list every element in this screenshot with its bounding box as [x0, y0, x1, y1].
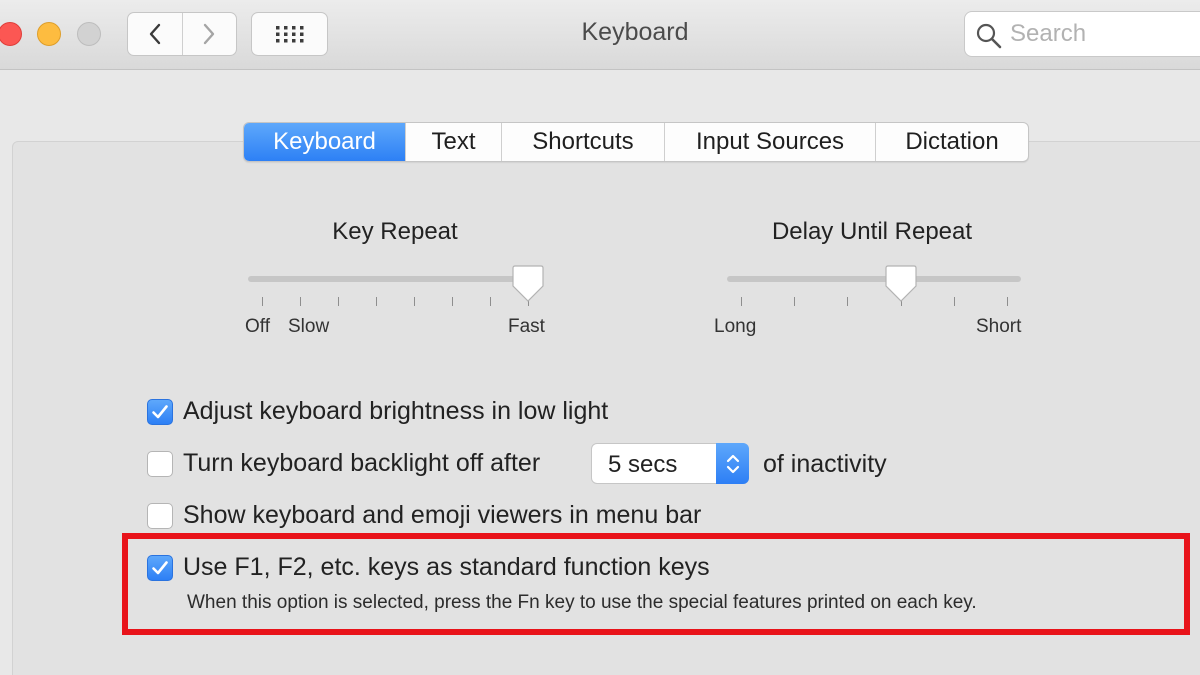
search-icon	[976, 23, 1002, 49]
tab-keyboard[interactable]: Keyboard	[244, 123, 405, 161]
backlight-label: Turn keyboard backlight off after	[183, 449, 541, 477]
viewers-label: Show keyboard and emoji viewers in menu …	[183, 501, 702, 529]
title-bar: Keyboard	[0, 0, 1200, 70]
tab-shortcuts[interactable]: Shortcuts	[501, 123, 664, 161]
key-repeat-tick	[300, 297, 301, 306]
key-repeat-tick	[376, 297, 377, 306]
inactivity-label: of inactivity	[763, 450, 887, 478]
highlight-box	[122, 533, 1190, 635]
key-repeat-track	[248, 276, 542, 282]
search-field[interactable]	[964, 11, 1200, 57]
key-repeat-tick	[414, 297, 415, 306]
tab-dictation[interactable]: Dictation	[875, 123, 1028, 161]
delay-until-repeat-tick	[741, 297, 742, 306]
key-repeat-tick	[452, 297, 453, 306]
delay-until-repeat-tick	[1007, 297, 1008, 306]
key-repeat-fast-label: Fast	[508, 316, 545, 337]
key-repeat-tick	[490, 297, 491, 306]
tab-bar: Keyboard Text Shortcuts Input Sources Di…	[243, 122, 1029, 162]
brightness-checkbox[interactable]	[147, 398, 173, 425]
backlight-duration-select[interactable]: 5 secs	[591, 443, 749, 484]
delay-until-repeat-tick	[847, 297, 849, 306]
select-stepper[interactable]	[716, 443, 749, 484]
key-repeat-tick	[262, 297, 263, 306]
search-input[interactable]	[1010, 20, 1190, 48]
delay-until-repeat-thumb[interactable]	[884, 264, 917, 309]
option-adjust-brightness[interactable]: Adjust keyboard brightness in low light	[147, 397, 608, 426]
option-backlight-off[interactable]: Turn keyboard backlight off after	[147, 449, 540, 478]
delay-until-repeat-label: Delay Until Repeat	[771, 218, 973, 245]
delay-until-repeat-tick	[953, 297, 955, 306]
delay-long-label: Long	[714, 316, 757, 337]
tab-text[interactable]: Text	[405, 123, 501, 161]
checkmark-icon	[152, 404, 168, 418]
key-repeat-tick	[338, 297, 339, 306]
tab-input-sources[interactable]: Input Sources	[664, 123, 875, 161]
option-show-viewers[interactable]: Show keyboard and emoji viewers in menu …	[147, 501, 701, 530]
backlight-checkbox[interactable]	[147, 450, 173, 477]
updown-chevron-icon	[726, 454, 739, 473]
key-repeat-off-label: Off	[245, 316, 270, 337]
backlight-duration-value: 5 secs	[608, 451, 678, 478]
brightness-label: Adjust keyboard brightness in low light	[183, 397, 609, 425]
viewers-checkbox[interactable]	[147, 502, 173, 529]
key-repeat-thumb[interactable]	[512, 264, 544, 309]
delay-until-repeat-track	[727, 276, 1021, 282]
key-repeat-label: Key Repeat	[332, 218, 458, 245]
key-repeat-slow-label: Slow	[288, 316, 330, 337]
delay-until-repeat-tick	[794, 297, 796, 306]
delay-short-label: Short	[976, 316, 1022, 337]
